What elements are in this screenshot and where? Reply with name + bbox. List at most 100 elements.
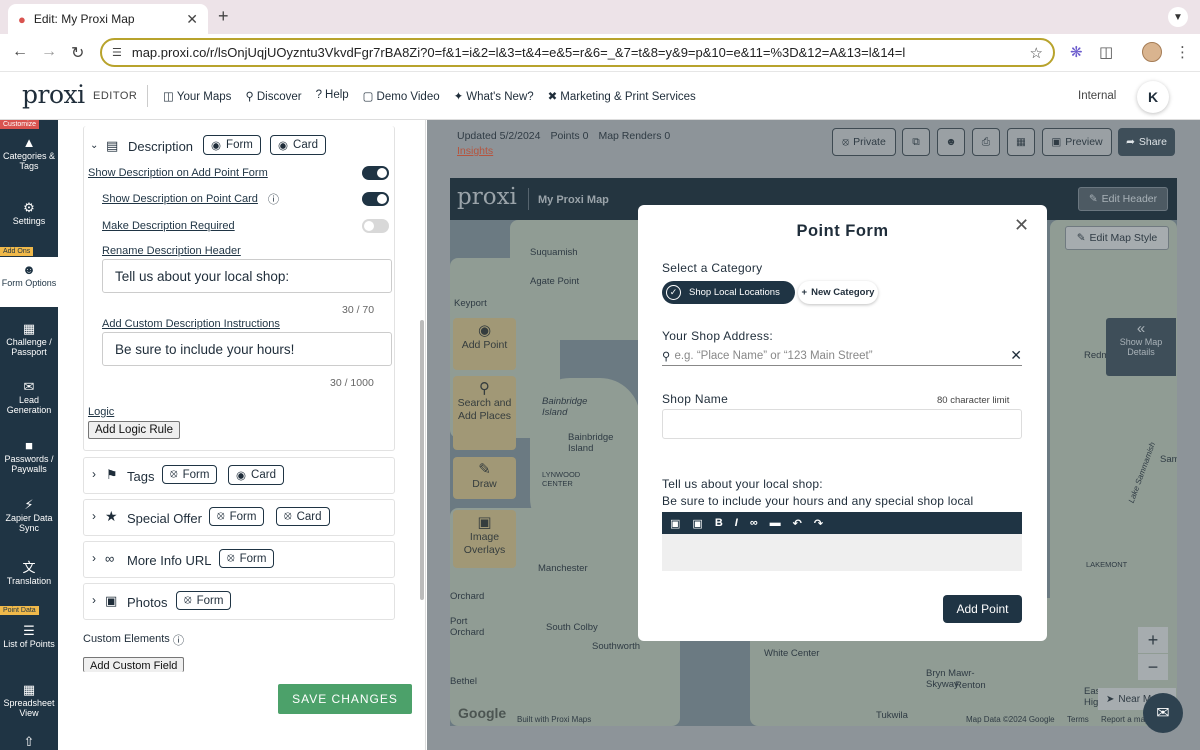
chat-icon[interactable]: ✉ xyxy=(1143,693,1183,733)
clear-icon[interactable]: ✕ xyxy=(1010,347,1022,364)
heading1-icon[interactable]: ▣ xyxy=(670,517,680,530)
nav-discover[interactable]: ⚲ Discover xyxy=(245,89,301,103)
share-button[interactable]: ➦ Share xyxy=(1118,128,1175,156)
logic-label[interactable]: Logic xyxy=(88,406,114,418)
rail-item-zapier[interactable]: ⚡ Zapier Data Sync xyxy=(0,498,58,533)
add-point-tool[interactable]: ◉ Add Point xyxy=(453,318,516,370)
bold-button[interactable]: B xyxy=(715,517,723,529)
close-icon[interactable]: ✕ xyxy=(1014,215,1029,236)
nav-help[interactable]: ? Help xyxy=(316,89,349,103)
reload-icon[interactable]: ↻ xyxy=(71,43,84,63)
puzzle-icon[interactable]: ◫ xyxy=(1099,43,1113,61)
tags-card[interactable]: › ⚑ Tags ⦻ Form ◉ Card xyxy=(83,457,395,494)
show-map-details-button[interactable]: «Show Map Details xyxy=(1106,318,1176,376)
link-icon[interactable]: ∞ xyxy=(750,517,758,529)
rail-item-lead-generation[interactable]: ✉ Lead Generation xyxy=(0,380,58,415)
nav-demo-video[interactable]: ▢ Demo Video xyxy=(363,89,440,103)
terms-link[interactable]: Terms xyxy=(1067,715,1089,724)
profile-avatar[interactable] xyxy=(1142,42,1162,62)
rail-item-settings[interactable]: ⚙ Settings xyxy=(0,201,58,226)
rail-item-form-options[interactable]: ☻ Form Options xyxy=(0,257,58,307)
info-icon[interactable]: ⓘ xyxy=(173,632,184,648)
zoom-out-button[interactable]: − xyxy=(1138,654,1168,680)
show-on-form-toggle[interactable] xyxy=(362,166,389,180)
address-input[interactable]: ⚲ e.g. “Place Name” or “123 Main Street”… xyxy=(662,346,1022,366)
draw-tool[interactable]: ✎ Draw xyxy=(453,457,516,499)
chevron-right-icon[interactable]: › xyxy=(92,509,96,523)
redo-icon[interactable]: ↷ xyxy=(814,517,823,530)
rail-item-list-of-points[interactable]: ☰ List of Points xyxy=(0,624,58,649)
extension-icon[interactable]: ❋ xyxy=(1070,43,1083,61)
card-toggle-pill[interactable]: ⦻ Card xyxy=(276,507,330,526)
chevron-right-icon[interactable]: › xyxy=(92,467,96,481)
chevron-down-icon[interactable]: ▼ xyxy=(1168,7,1188,27)
more-info-card[interactable]: › ∞ More Info URL ⦻ Form xyxy=(83,541,395,578)
shop-name-input[interactable] xyxy=(662,409,1022,439)
new-category-button[interactable]: + New Category xyxy=(798,281,878,304)
rail-item-passwords[interactable]: ■ Passwords / Paywalls xyxy=(0,439,58,474)
rail-item-categories[interactable]: ▲ Categories & Tags xyxy=(0,136,58,171)
embed-icon[interactable]: ▬ xyxy=(770,517,781,529)
char-limit: 80 character limit xyxy=(937,395,1010,406)
proxi-logo[interactable]: proxi xyxy=(22,80,85,109)
nav-your-maps[interactable]: ◫ Your Maps xyxy=(163,89,231,103)
instructions-input[interactable]: Be sure to include your hours! xyxy=(102,332,392,366)
show-on-card-toggle[interactable] xyxy=(362,192,389,206)
show-on-form-label: Show Description on Add Point Form xyxy=(88,167,268,179)
heading2-icon[interactable]: ▣ xyxy=(692,517,702,530)
chevron-right-icon[interactable]: › xyxy=(92,551,96,565)
add-custom-field-button[interactable]: Add Custom Field xyxy=(83,657,185,672)
chevron-right-icon[interactable]: › xyxy=(92,593,96,607)
undo-icon[interactable]: ↶ xyxy=(793,517,802,530)
private-button[interactable]: ⦻ Private xyxy=(832,128,896,156)
save-changes-button[interactable]: SAVE CHANGES xyxy=(278,684,412,714)
back-icon[interactable]: ← xyxy=(12,43,28,61)
add-point-button[interactable]: Add Point xyxy=(943,595,1022,623)
photos-card[interactable]: › ▣ Photos ⦻ Form xyxy=(83,583,395,620)
form-toggle-pill[interactable]: ◉ Form xyxy=(203,135,261,155)
duplicate-icon[interactable]: ⧉ xyxy=(902,128,930,156)
form-toggle-pill[interactable]: ⦻ Form xyxy=(209,507,265,526)
star-icon[interactable]: ☆ xyxy=(1030,44,1043,62)
user-avatar[interactable]: K xyxy=(1137,81,1169,113)
rail-item-spreadsheet[interactable]: ▦ Spreadsheet View xyxy=(0,683,58,718)
calendar-icon[interactable]: ▦ xyxy=(1007,128,1035,156)
edit-map-style-button[interactable]: ✎ Edit Map Style xyxy=(1065,226,1169,250)
edit-header-button[interactable]: ✎ Edit Header xyxy=(1078,187,1168,211)
form-toggle-pill[interactable]: ⦻ Form xyxy=(176,591,232,610)
print-icon[interactable]: ⎙ xyxy=(972,128,1000,156)
rail-item-challenge[interactable]: ▦ Challenge / Passport xyxy=(0,322,58,357)
forward-icon[interactable]: → xyxy=(41,43,57,61)
special-offer-card[interactable]: › ★ Special Offer ⦻ Form ⦻ Card xyxy=(83,499,395,536)
browser-tab[interactable]: ● Edit: My Proxi Map ✕ xyxy=(8,4,208,34)
form-toggle-pill[interactable]: ⦻ Form xyxy=(162,465,218,484)
nav-whats-new[interactable]: ✦ What's New? xyxy=(454,89,534,103)
italic-button[interactable]: I xyxy=(735,517,738,529)
new-tab-icon[interactable]: + xyxy=(218,6,229,27)
header-input[interactable]: Tell us about your local shop: xyxy=(102,259,392,293)
description-editor[interactable] xyxy=(662,534,1022,571)
preview-button[interactable]: ▣ Preview xyxy=(1042,128,1112,156)
category-shop-local[interactable]: ✓ Shop Local Locations xyxy=(662,281,795,304)
upload-icon[interactable]: ⇧ xyxy=(0,735,58,750)
search-places-tool[interactable]: ⚲ Search and Add Places xyxy=(453,376,516,450)
panel-scrollbar[interactable] xyxy=(420,320,424,600)
add-user-icon[interactable]: ☻ xyxy=(937,128,965,156)
zoom-in-button[interactable]: + xyxy=(1138,627,1168,653)
menu-icon[interactable]: ⋮ xyxy=(1175,43,1190,61)
card-toggle-pill[interactable]: ◉ Card xyxy=(228,465,284,485)
chevron-down-icon[interactable]: ⌄ xyxy=(90,140,98,151)
make-required-toggle[interactable] xyxy=(362,219,389,233)
url-field[interactable]: ☰ map.proxi.co/r/lsOnjUqjUOyzntu3VkvdFgr… xyxy=(100,38,1055,67)
site-info-icon[interactable]: ☰ xyxy=(112,46,122,59)
report-link[interactable]: Report a map xyxy=(1101,715,1149,724)
card-toggle-pill[interactable]: ◉ Card xyxy=(270,135,326,155)
image-overlays-tool[interactable]: ▣ Image Overlays xyxy=(453,510,516,568)
add-logic-rule-button[interactable]: Add Logic Rule xyxy=(88,421,180,439)
form-toggle-pill[interactable]: ⦻ Form xyxy=(219,549,275,568)
insights-link[interactable]: Insights xyxy=(457,145,493,157)
rail-item-translation[interactable]: 文 Translation xyxy=(0,561,58,586)
nav-marketing[interactable]: ✖ Marketing & Print Services xyxy=(548,89,696,103)
info-icon[interactable]: ⓘ xyxy=(268,191,279,207)
close-icon[interactable]: ✕ xyxy=(186,11,198,28)
